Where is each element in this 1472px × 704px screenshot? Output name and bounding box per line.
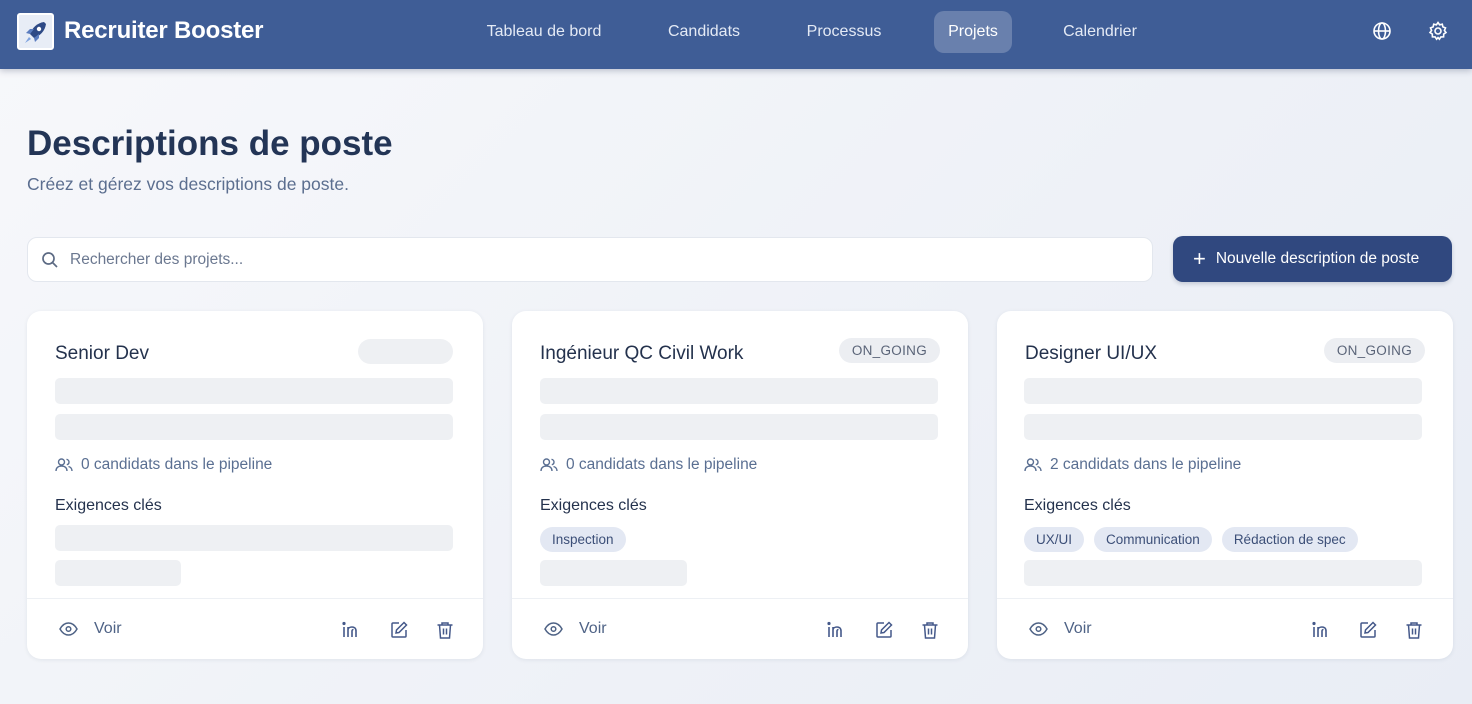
description-skeleton xyxy=(1024,414,1422,440)
edit-icon[interactable] xyxy=(389,620,409,640)
view-label: Voir xyxy=(1064,620,1092,637)
page-subtitle: Créez et gérez vos descriptions de poste… xyxy=(27,174,349,194)
pipeline-text: 0 candidats dans le pipeline xyxy=(81,456,273,473)
requirement-tag: Rédaction de spec xyxy=(1221,527,1358,552)
new-job-description-label: Nouvelle description de poste xyxy=(1215,250,1420,267)
requirement-tags: UX/UI Communication Rédaction de spec xyxy=(1024,527,1358,552)
status-badge: ON_GOING xyxy=(1323,338,1425,363)
card-footer: Voir xyxy=(512,598,968,659)
pipeline-count: 0 candidats dans le pipeline xyxy=(540,456,757,474)
eye-icon xyxy=(544,622,563,636)
eye-icon xyxy=(59,622,78,636)
requirements-skeleton xyxy=(1024,560,1422,586)
linkedin-icon[interactable] xyxy=(1311,620,1331,640)
new-job-description-button[interactable]: + Nouvelle description de poste xyxy=(1173,236,1452,282)
globe-icon[interactable] xyxy=(1371,20,1393,42)
status-badge-placeholder xyxy=(358,339,453,364)
trash-icon[interactable] xyxy=(920,620,940,640)
top-navbar: Recruiter Booster Tableau de bord Candid… xyxy=(0,0,1472,69)
edit-icon[interactable] xyxy=(874,620,894,640)
nav-item-projets[interactable]: Projets xyxy=(934,11,1012,53)
view-label: Voir xyxy=(579,620,607,637)
status-badge: ON_GOING xyxy=(838,338,940,363)
description-skeleton xyxy=(540,378,938,404)
app-name: Recruiter Booster xyxy=(64,17,264,44)
linkedin-icon[interactable] xyxy=(826,620,846,640)
job-card-senior-dev[interactable]: Senior Dev 0 candidats dans le pipeline … xyxy=(27,311,483,659)
linkedin-icon[interactable] xyxy=(341,620,361,640)
requirements-title: Exigences clés xyxy=(1024,497,1131,514)
description-skeleton xyxy=(55,378,453,404)
edit-icon[interactable] xyxy=(1358,620,1378,640)
requirements-title: Exigences clés xyxy=(540,497,647,514)
search-input[interactable] xyxy=(70,248,1130,272)
requirement-tags: Inspection xyxy=(540,527,626,552)
requirement-tag: UX/UI xyxy=(1024,527,1085,552)
plus-icon: + xyxy=(1193,246,1206,271)
users-icon xyxy=(1024,458,1042,472)
pipeline-count: 0 candidats dans le pipeline xyxy=(55,456,272,474)
nav-item-candidats[interactable]: Candidats xyxy=(654,11,754,53)
description-skeleton xyxy=(55,414,453,440)
requirement-tag: Inspection xyxy=(540,527,626,552)
view-label: Voir xyxy=(94,620,122,637)
gear-icon[interactable] xyxy=(1427,20,1449,42)
eye-icon xyxy=(1029,622,1048,636)
requirements-skeleton xyxy=(540,560,687,586)
view-button[interactable]: Voir xyxy=(59,620,122,638)
card-title: Ingénieur QC Civil Work xyxy=(540,343,744,364)
view-button[interactable]: Voir xyxy=(544,620,607,638)
rocket-icon xyxy=(24,21,46,43)
requirement-tag: Communication xyxy=(1094,527,1212,552)
users-icon xyxy=(55,458,73,472)
search-bar[interactable] xyxy=(27,237,1153,282)
trash-icon[interactable] xyxy=(1404,620,1424,640)
nav-item-calendrier[interactable]: Calendrier xyxy=(1050,11,1150,53)
users-icon xyxy=(540,458,558,472)
card-title: Senior Dev xyxy=(55,343,149,364)
description-skeleton xyxy=(1024,378,1422,404)
pipeline-text: 0 candidats dans le pipeline xyxy=(566,456,758,473)
requirements-skeleton xyxy=(55,560,181,586)
page-title: Descriptions de poste xyxy=(27,124,393,163)
search-icon xyxy=(42,252,58,268)
nav-item-tableau-de-bord[interactable]: Tableau de bord xyxy=(474,11,614,53)
requirements-skeleton xyxy=(55,525,453,551)
pipeline-text: 2 candidats dans le pipeline xyxy=(1050,456,1242,473)
pipeline-count: 2 candidats dans le pipeline xyxy=(1024,456,1241,474)
job-card-ingenieur-qc[interactable]: Ingénieur QC Civil Work ON_GOING 0 candi… xyxy=(512,311,968,659)
view-button[interactable]: Voir xyxy=(1029,620,1092,638)
job-card-designer-ui-ux[interactable]: Designer UI/UX ON_GOING 2 candidats dans… xyxy=(997,311,1453,659)
card-title: Designer UI/UX xyxy=(1025,343,1157,364)
nav-item-processus[interactable]: Processus xyxy=(794,11,894,53)
card-footer: Voir xyxy=(997,598,1453,659)
app-logo[interactable] xyxy=(17,13,54,50)
trash-icon[interactable] xyxy=(435,620,455,640)
description-skeleton xyxy=(540,414,938,440)
card-footer: Voir xyxy=(27,598,483,659)
requirements-title: Exigences clés xyxy=(55,497,162,514)
